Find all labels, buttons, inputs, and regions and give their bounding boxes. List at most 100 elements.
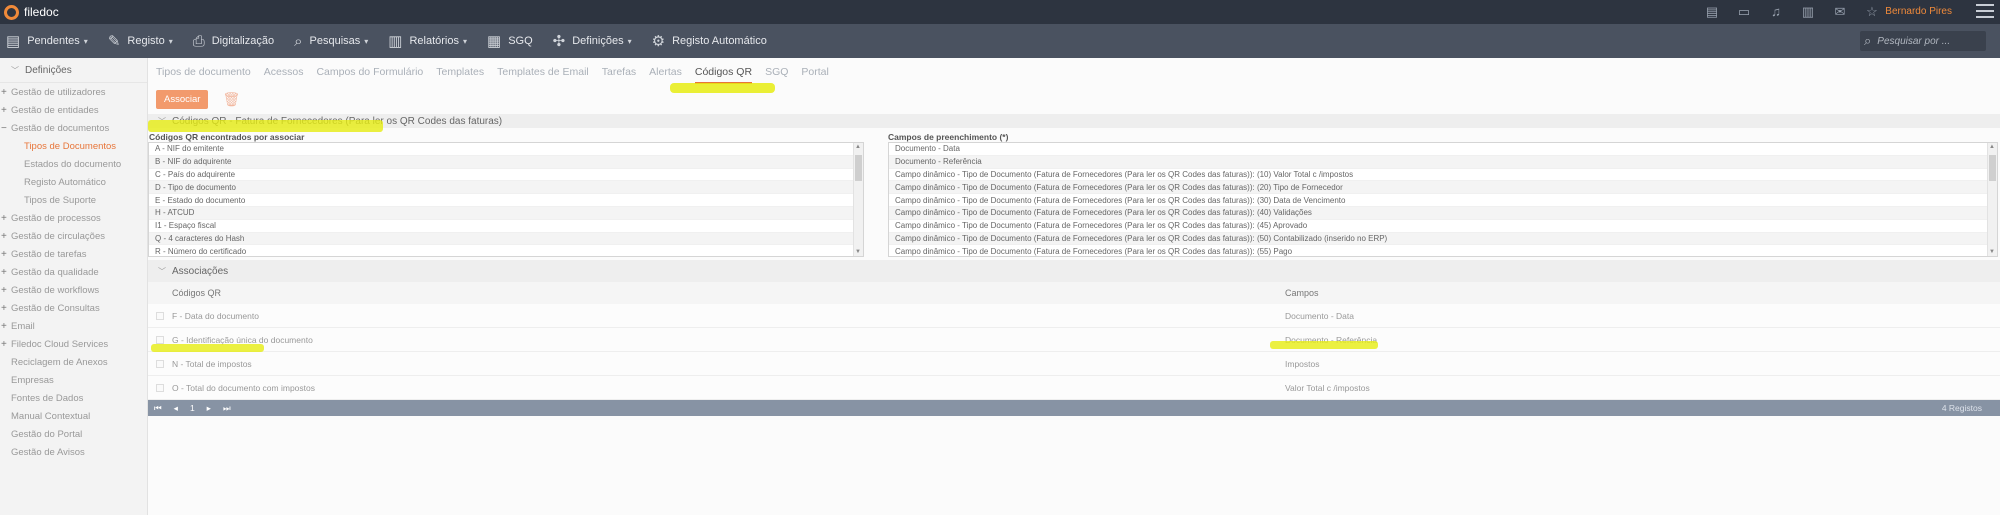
expand-icon[interactable]: + [1, 249, 7, 260]
column-header-qr[interactable]: Códigos QR [172, 288, 221, 298]
tab-8[interactable]: SGQ [765, 66, 788, 84]
menu-item-3[interactable]: ⌕ Pesquisas ▾ [288, 33, 368, 50]
row-checkbox[interactable] [156, 359, 164, 368]
prev-page-icon[interactable]: ◂ [174, 403, 178, 414]
scrollbar[interactable]: ▲ ▼ [1987, 143, 1997, 256]
expand-icon[interactable]: + [1, 285, 7, 296]
menu-item-5[interactable]: ▦ SGQ [481, 32, 533, 50]
menu-item-0[interactable]: ▤ Pendentes ▾ [0, 32, 88, 50]
sidebar-item[interactable]: Empresas [0, 371, 147, 389]
qr-section-header[interactable]: ﹀ Códigos QR - Fatura de Fornecedores (P… [148, 114, 2000, 128]
row-checkbox[interactable] [156, 383, 164, 392]
table-row[interactable]: N - Total de impostos Impostos [148, 352, 2000, 376]
fields-list[interactable]: Documento - Data Documento - Referência Ca… [888, 142, 1998, 257]
menu-item-1[interactable]: ✎ Registo ▾ [102, 32, 173, 50]
sidebar-item[interactable]: + Gestão de workflows [0, 281, 147, 299]
list-item[interactable]: Campo dinâmico - Tipo de Documento (Fatu… [889, 245, 1997, 256]
sidebar-item[interactable]: Manual Contextual [0, 407, 147, 425]
first-page-icon[interactable]: ⏮ [154, 403, 162, 414]
expand-icon[interactable]: + [1, 105, 7, 116]
sidebar-item[interactable]: Tipos de Documentos [0, 137, 147, 155]
star-icon[interactable]: ☆ [1864, 4, 1880, 20]
row-checkbox[interactable] [156, 335, 164, 344]
menu-item-2[interactable]: ⎙ Digitalização [187, 33, 274, 50]
sidebar-item[interactable]: Gestão do Portal [0, 425, 147, 443]
expand-icon[interactable]: + [1, 321, 7, 332]
sidebar-item[interactable]: − Gestão de documentos [0, 119, 147, 137]
expand-icon[interactable]: + [1, 339, 7, 350]
hamburger-menu-icon[interactable] [1976, 4, 1994, 18]
bell-icon[interactable]: ♫ [1768, 4, 1784, 20]
sidebar-item[interactable]: Reciclagem de Anexos [0, 353, 147, 371]
menu-item-4[interactable]: ▥ Relatórios ▾ [382, 32, 467, 50]
sidebar-item[interactable]: Fontes de Dados [0, 389, 147, 407]
list-item[interactable]: I1 - Espaço fiscal [149, 220, 863, 233]
list-item[interactable]: Documento - Referência [889, 155, 1997, 169]
sidebar-item[interactable]: Estados do documento [0, 155, 147, 173]
tab-2[interactable]: Campos do Formulário [316, 66, 423, 84]
list-item[interactable]: A - NIF do emitente [149, 143, 863, 156]
list-item[interactable]: Campo dinâmico - Tipo de Documento (Fatu… [889, 194, 1997, 207]
next-page-icon[interactable]: ▸ [207, 403, 211, 414]
sidebar-item[interactable]: Gestão de Avisos [0, 443, 147, 461]
folder-icon[interactable]: ▭ [1736, 4, 1752, 20]
tab-0[interactable]: Tipos de documento [156, 66, 251, 84]
search-input[interactable]: ⌕ Pesquisar por ... [1860, 31, 1986, 51]
list-item[interactable]: C - País do adquirente [149, 169, 863, 182]
list-item[interactable]: Q - 4 caracteres do Hash [149, 232, 863, 246]
menu-item-7[interactable]: ⚙ Registo Automático [646, 32, 767, 50]
sidebar-item[interactable]: + Gestão de processos [0, 209, 147, 227]
page-number[interactable]: 1 [190, 403, 195, 413]
associations-header[interactable]: ﹀ Associações [148, 260, 2000, 282]
unassociated-qr-list[interactable]: A - NIF do emitente B - NIF do adquirente… [148, 142, 864, 257]
list-item[interactable]: H - ATCUD [149, 206, 863, 220]
sidebar-item[interactable]: + Filedoc Cloud Services [0, 335, 147, 353]
expand-icon[interactable]: + [1, 267, 7, 278]
tab-9[interactable]: Portal [801, 66, 828, 84]
sidebar-header[interactable]: ﹀ Definições [0, 58, 147, 83]
scrollbar[interactable]: ▲ ▼ [853, 143, 863, 256]
user-name[interactable]: Bernardo Pires [1885, 6, 1952, 17]
tab-3[interactable]: Templates [436, 66, 484, 84]
trash-icon[interactable]: 🗑 [222, 91, 240, 108]
list-item[interactable]: Documento - Data [889, 143, 1997, 156]
expand-icon[interactable]: + [1, 303, 7, 314]
row-checkbox[interactable] [156, 311, 164, 320]
mail-icon[interactable]: ✉ [1832, 4, 1848, 20]
document-icon[interactable]: ▤ [1704, 4, 1720, 20]
list-item[interactable]: Campo dinâmico - Tipo de Documento (Fatu… [889, 220, 1997, 233]
last-page-icon[interactable]: ⏭ [223, 403, 231, 414]
expand-icon[interactable]: + [1, 213, 7, 224]
sidebar-item[interactable]: + Gestão de entidades [0, 101, 147, 119]
list-item[interactable]: R - Número do certificado [149, 245, 863, 256]
list-item[interactable]: D - Tipo de documento [149, 181, 863, 195]
table-row[interactable]: O - Total do documento com impostos Valor… [148, 376, 2000, 400]
list-item[interactable]: Campo dinâmico - Tipo de Documento (Fatu… [889, 181, 1997, 195]
sidebar-item[interactable]: + Gestão da qualidade [0, 263, 147, 281]
table-row[interactable]: G - Identificação única do documento Docu… [148, 328, 2000, 352]
clipboard-icon[interactable]: ▥ [1800, 4, 1816, 20]
expand-icon[interactable]: + [1, 231, 7, 242]
sidebar-item[interactable]: + Gestão de Consultas [0, 299, 147, 317]
tab-7[interactable]: Códigos QR [694, 66, 753, 84]
associate-button[interactable]: Associar [156, 89, 209, 109]
expand-icon[interactable]: + [1, 87, 7, 98]
list-item[interactable]: Campo dinâmico - Tipo de Documento (Fatu… [889, 206, 1997, 220]
sidebar-item[interactable]: Registo Automático [0, 173, 147, 191]
sidebar-item[interactable]: Tipos de Suporte [0, 191, 147, 209]
tab-4[interactable]: Templates de Email [497, 66, 589, 84]
list-item[interactable]: Campo dinâmico - Tipo de Documento (Fatu… [889, 169, 1997, 182]
list-item[interactable]: Campo dinâmico - Tipo de Documento (Fatu… [889, 232, 1997, 246]
column-header-fields[interactable]: Campos [1285, 288, 1319, 298]
app-logo[interactable]: filedoc [4, 4, 59, 20]
sidebar-item[interactable]: + Gestão de tarefas [0, 245, 147, 263]
collapse-icon[interactable]: − [1, 123, 7, 134]
tab-5[interactable]: Tarefas [602, 66, 636, 84]
list-item[interactable]: B - NIF do adquirente [149, 155, 863, 169]
sidebar-item[interactable]: + Email [0, 317, 147, 335]
table-row[interactable]: F - Data do documento Documento - Data [148, 304, 2000, 328]
sidebar-item[interactable]: + Gestão de circulações [0, 227, 147, 245]
menu-item-6[interactable]: ✣ Definições ▾ [547, 32, 632, 50]
tab-6[interactable]: Alertas [649, 66, 682, 84]
sidebar-item[interactable]: + Gestão de utilizadores [0, 83, 147, 101]
